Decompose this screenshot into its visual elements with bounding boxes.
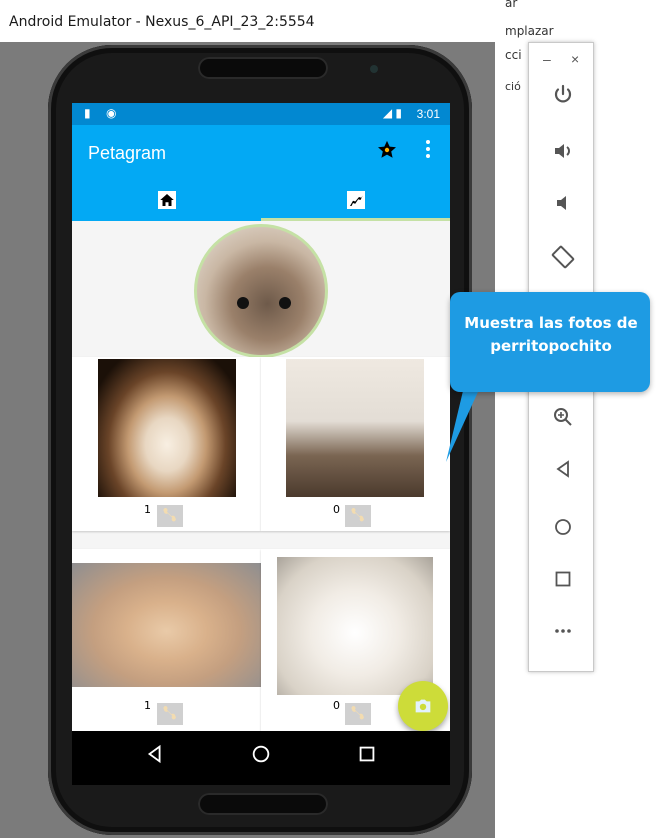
android-nav-bar — [72, 731, 450, 785]
notification-icons: ▮ ◉ — [84, 106, 123, 120]
nav-recents-button[interactable] — [352, 743, 382, 773]
pug-eye — [279, 297, 291, 309]
bone-icon — [351, 508, 364, 522]
bone-like-icon[interactable] — [157, 703, 183, 725]
rotate-icon[interactable] — [549, 245, 577, 273]
emulator-title: Android Emulator - Nexus_6_API_23_2:5554 — [9, 14, 315, 30]
like-count: 1 — [144, 699, 151, 712]
front-camera — [370, 65, 378, 73]
bone-like-icon[interactable] — [157, 505, 183, 527]
home-icon — [157, 191, 176, 209]
photo-card: 1 — [72, 549, 261, 731]
profile-photo — [194, 224, 328, 358]
like-count: 0 — [333, 699, 340, 712]
photo-card: 1 — [72, 357, 261, 531]
bone-icon — [351, 706, 364, 720]
camera-fab[interactable] — [398, 681, 448, 731]
bone-icon — [163, 706, 176, 720]
status-time: 3:01 — [416, 107, 440, 121]
power-icon — [554, 84, 572, 103]
callout-text: Muestra las fotos de perritopochito — [464, 314, 638, 355]
rotate-icon — [551, 245, 575, 269]
minimize-button[interactable]: – — [543, 51, 551, 67]
pug-eye — [237, 297, 249, 309]
like-count: 1 — [144, 503, 151, 516]
speaker-grille — [198, 57, 328, 79]
app-toolbar: Petagram — [72, 125, 450, 181]
background-text: cci — [505, 48, 522, 62]
background-text: ar — [505, 0, 518, 10]
tab-bar — [72, 181, 450, 221]
home-circle-icon — [252, 745, 270, 763]
callout-bubble: Muestra las fotos de perritopochito — [450, 292, 650, 392]
more-icon — [555, 629, 571, 633]
volume-down-icon[interactable] — [549, 191, 577, 219]
zoom-in-icon[interactable] — [549, 405, 577, 433]
bone-like-icon[interactable] — [345, 505, 371, 527]
more-icon[interactable] — [549, 619, 577, 647]
overview-icon — [555, 571, 571, 587]
back-icon — [556, 460, 569, 478]
dog-photo — [72, 563, 261, 687]
back-icon[interactable] — [549, 457, 577, 485]
tab-dog-profile[interactable] — [261, 181, 450, 221]
nav-back-button[interactable] — [140, 743, 170, 773]
overview-icon[interactable] — [549, 567, 577, 595]
volume-down-icon — [557, 196, 566, 210]
signal-battery-icons: ◢ ▮ — [382, 106, 402, 120]
dog-photo — [277, 557, 433, 695]
content-area: 1 0 1 0 — [72, 221, 450, 731]
zoom-in-icon — [554, 408, 572, 426]
close-button[interactable]: × — [571, 51, 579, 67]
nav-home-button[interactable] — [246, 743, 276, 773]
volume-up-icon — [555, 144, 570, 158]
tab-home[interactable] — [72, 181, 261, 221]
volume-up-icon[interactable] — [549, 139, 577, 167]
dog-photo — [98, 359, 236, 497]
photo-card: 0 — [261, 357, 450, 531]
back-triangle-icon — [147, 744, 161, 764]
overflow-menu-icon[interactable] — [424, 139, 432, 165]
bone-icon — [163, 508, 176, 522]
like-count: 0 — [333, 503, 340, 516]
star-icon — [378, 140, 396, 158]
dog-photo — [286, 359, 424, 497]
phone-screen: ▮ ◉ ◢ ▮ 3:01 Petagram 1 0 1 0 — [72, 103, 450, 785]
recents-square-icon — [359, 746, 375, 762]
speaker-grille — [198, 793, 328, 815]
home-icon[interactable] — [549, 515, 577, 543]
background-text: mplazar — [505, 24, 554, 38]
favorites-star-icon[interactable] — [376, 139, 398, 167]
home-icon — [555, 519, 571, 535]
dog-icon — [346, 191, 365, 209]
emulator-titlebar: Android Emulator - Nexus_6_API_23_2:5554 — [0, 0, 516, 42]
more-vert-icon — [426, 140, 430, 158]
app-title: Petagram — [88, 143, 167, 163]
background-text: ció — [505, 80, 521, 93]
power-icon[interactable] — [549, 83, 577, 111]
bone-like-icon[interactable] — [345, 703, 371, 725]
status-bar: ▮ ◉ ◢ ▮ 3:01 — [72, 103, 450, 125]
camera-icon — [415, 699, 431, 713]
